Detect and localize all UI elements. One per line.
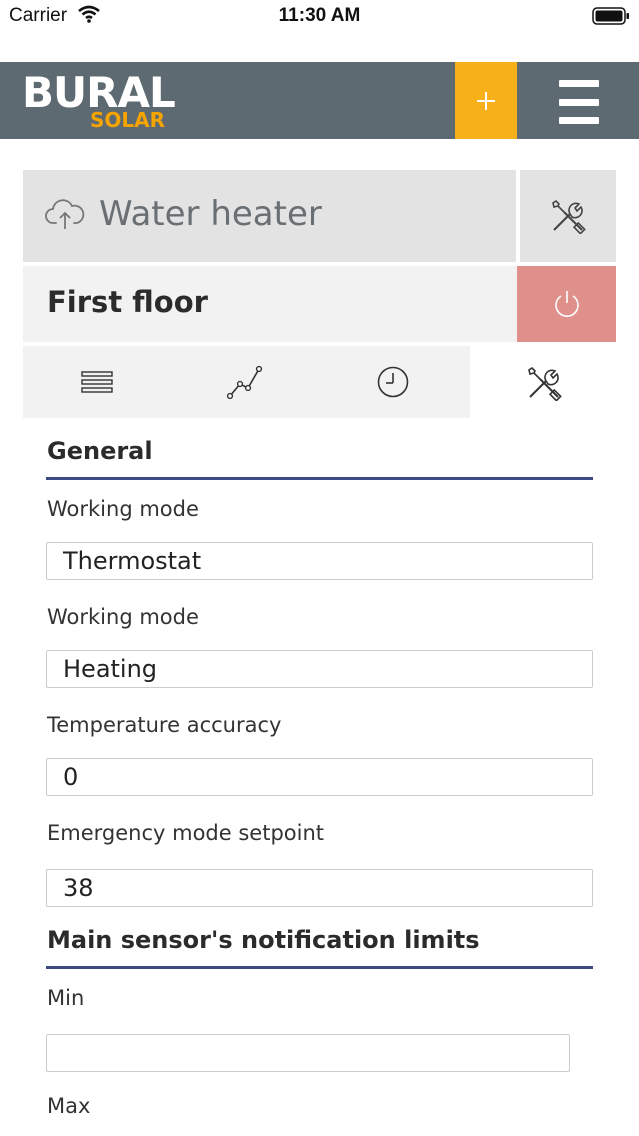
min-label: Min	[47, 986, 85, 1010]
menu-bar-icon	[559, 117, 599, 124]
tab-overview[interactable]	[23, 346, 171, 418]
device-title-box[interactable]: Water heater	[23, 170, 516, 262]
emergency-setpoint-input[interactable]: 38	[46, 869, 593, 907]
app-header: BURAL SOLAR	[0, 62, 639, 139]
tools-icon	[552, 199, 586, 234]
section-title-limits: Main sensor's notification limits	[47, 926, 480, 954]
tools-icon	[528, 366, 562, 401]
zone-tabs	[23, 346, 618, 420]
emergency-setpoint-value: 38	[63, 874, 94, 902]
bural-solar-logo[interactable]: BURAL SOLAR	[22, 71, 187, 132]
working-mode-label: Working mode	[47, 497, 199, 521]
power-icon	[554, 291, 579, 317]
chart-line-icon	[226, 365, 263, 400]
list-icon	[81, 371, 113, 393]
working-mode-2-label: Working mode	[47, 605, 199, 629]
add-button[interactable]	[455, 62, 517, 139]
hamburger-menu-button[interactable]	[548, 80, 608, 124]
zone-name: First floor	[47, 285, 208, 319]
working-mode-select[interactable]: Thermostat	[46, 542, 593, 580]
menu-bar-icon	[559, 80, 599, 87]
menu-bar-icon	[559, 98, 599, 106]
tab-chart[interactable]	[171, 346, 319, 418]
section-title-general: General	[47, 437, 153, 465]
plus-icon	[477, 91, 495, 110]
heating-mode-value: Heating	[63, 655, 158, 683]
clock-icon	[377, 366, 409, 398]
temperature-accuracy-input[interactable]: 0	[46, 758, 593, 796]
min-input[interactable]	[46, 1034, 570, 1072]
status-bar: Carrier 11:30 AM	[0, 0, 639, 34]
power-toggle-button[interactable]	[517, 266, 616, 342]
tab-settings[interactable]	[470, 346, 618, 420]
cloud-upload-icon	[45, 198, 85, 236]
device-card: Water heater	[23, 170, 616, 262]
clock-time: 11:30 AM	[278, 5, 361, 26]
working-mode-value: Thermostat	[63, 547, 202, 575]
temperature-accuracy-value: 0	[63, 763, 79, 791]
device-name: Water heater	[99, 194, 322, 234]
tab-schedule[interactable]	[319, 346, 467, 418]
device-settings-button[interactable]	[520, 170, 616, 262]
logo-sub-text: SOLAR	[90, 108, 166, 132]
emergency-setpoint-label: Emergency mode setpoint	[47, 821, 324, 845]
section-divider	[46, 477, 593, 480]
zone-header: First floor	[23, 266, 616, 342]
temperature-accuracy-label: Temperature accuracy	[47, 713, 282, 737]
battery-icon	[592, 7, 630, 29]
max-label: Max	[47, 1094, 91, 1118]
section-divider	[46, 966, 593, 969]
heating-mode-select[interactable]: Heating	[46, 650, 593, 688]
